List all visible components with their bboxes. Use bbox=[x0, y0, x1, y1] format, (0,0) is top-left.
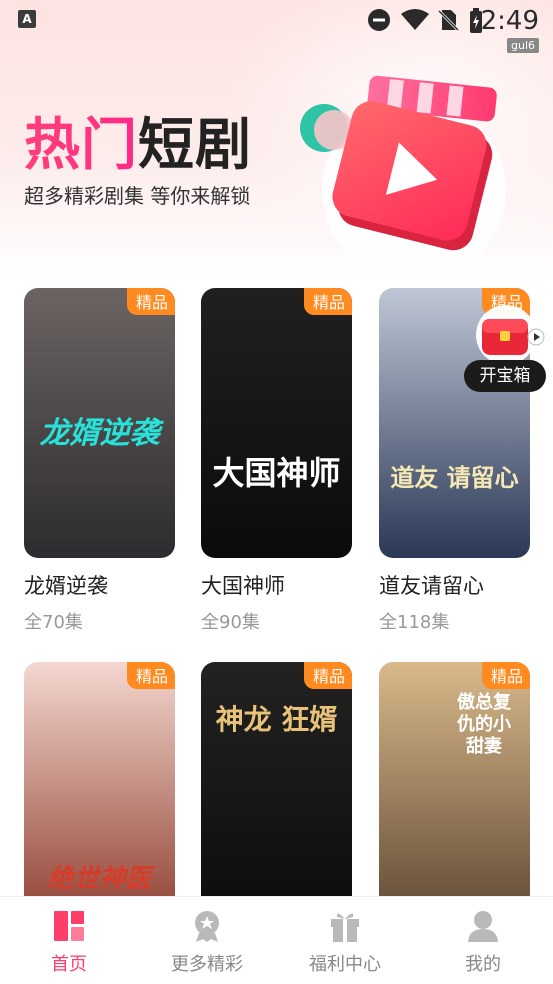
poster-title-art: 绝世神医 bbox=[47, 864, 152, 894]
drama-card[interactable]: 精品 神龙 狂婿 bbox=[201, 662, 352, 932]
poster-title-art: 龙婿逆袭 bbox=[39, 416, 160, 451]
premium-badge: 精品 bbox=[126, 662, 175, 689]
drama-title: 道友请留心 bbox=[379, 574, 484, 598]
no-sim-icon bbox=[437, 9, 460, 32]
status-time: 2:49 bbox=[480, 6, 539, 36]
premium-badge: 精品 bbox=[303, 288, 352, 315]
drama-poster[interactable]: 精品 绝世神医 bbox=[24, 662, 175, 932]
premium-badge: 精品 bbox=[126, 288, 175, 315]
hero-title-highlight: 热门 bbox=[24, 113, 138, 178]
tab-more[interactable]: 更多精彩 bbox=[138, 897, 276, 984]
episode-count: 全70集 bbox=[24, 612, 83, 633]
bottom-tab-bar: 首页 更多精彩 福利中心 我的 bbox=[0, 896, 553, 984]
hero-title-rest: 短剧 bbox=[138, 113, 252, 178]
hero-title: 热门短剧 bbox=[24, 100, 252, 181]
drama-card[interactable]: 精品 龙婿逆袭 龙婿逆袭 全70集 bbox=[24, 288, 175, 634]
video-play-illustration bbox=[300, 75, 506, 270]
tab-label: 福利中心 bbox=[309, 954, 381, 975]
do-not-disturb-icon bbox=[368, 9, 390, 31]
user-icon bbox=[468, 911, 498, 942]
drama-poster[interactable]: 精品 神龙 狂婿 bbox=[201, 662, 352, 932]
tab-home[interactable]: 首页 bbox=[0, 897, 138, 984]
medal-icon bbox=[195, 911, 219, 942]
drama-poster[interactable]: 精品 傲总复仇的小甜妻 bbox=[379, 662, 530, 932]
tab-mine[interactable]: 我的 bbox=[414, 897, 552, 984]
tab-label: 首页 bbox=[51, 954, 87, 975]
status-tag: gul6 bbox=[506, 38, 539, 53]
poster-title-art: 大国神师 bbox=[212, 454, 341, 492]
drama-card[interactable]: 精品 绝世神医 bbox=[24, 662, 175, 932]
tab-label: 更多精彩 bbox=[171, 954, 243, 975]
poster-title-art: 神龙 狂婿 bbox=[215, 703, 338, 736]
drama-title: 大国神师 bbox=[201, 574, 285, 598]
open-treasure-button[interactable]: 开宝箱 bbox=[464, 360, 546, 392]
drama-card[interactable]: 精品 大国神师 大国神师 全90集 bbox=[201, 288, 352, 634]
episode-count: 全118集 bbox=[379, 612, 450, 633]
tab-welfare[interactable]: 福利中心 bbox=[276, 897, 414, 984]
drama-poster[interactable]: 精品 龙婿逆袭 bbox=[24, 288, 175, 558]
drama-card[interactable]: 精品 傲总复仇的小甜妻 bbox=[379, 662, 530, 932]
drama-title: 龙婿逆袭 bbox=[24, 574, 108, 598]
drama-poster[interactable]: 精品 大国神师 bbox=[201, 288, 352, 558]
episode-count: 全90集 bbox=[201, 612, 260, 633]
app-notification-icon: A bbox=[18, 10, 36, 28]
poster-title-art: 傲总复仇的小甜妻 bbox=[457, 692, 511, 757]
gift-icon bbox=[331, 913, 359, 942]
home-grid-icon bbox=[54, 911, 84, 941]
wifi-icon bbox=[401, 9, 429, 30]
poster-title-art: 道友 请留心 bbox=[390, 464, 519, 492]
premium-badge: 精品 bbox=[303, 662, 352, 689]
status-bar: A 2:49 gul6 bbox=[0, 0, 553, 53]
tab-label: 我的 bbox=[465, 954, 501, 975]
premium-badge: 精品 bbox=[481, 662, 530, 689]
treasure-chest-icon[interactable] bbox=[464, 305, 546, 365]
hero-subtitle: 超多精彩剧集 等你来解锁 bbox=[24, 184, 251, 208]
